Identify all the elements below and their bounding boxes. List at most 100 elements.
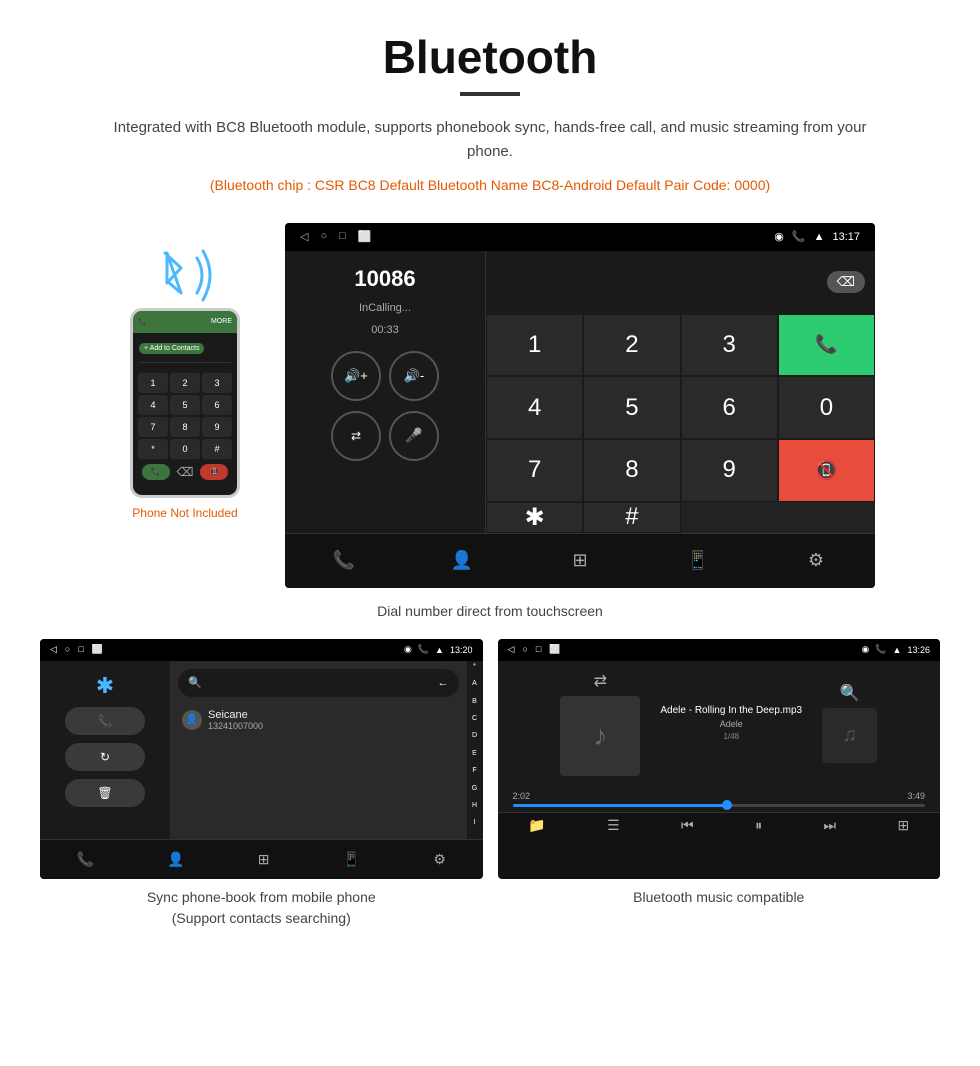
keypad-input-row: ⌫ [486, 251, 875, 314]
keypad-4[interactable]: 4 [486, 376, 583, 439]
nav-extra-icon: ⬜ [358, 230, 372, 243]
keypad-hash[interactable]: # [583, 502, 680, 533]
key-2[interactable]: 2 [170, 373, 200, 393]
nav-phone-icon[interactable]: 📞 [319, 536, 369, 586]
nav-home-icon[interactable]: ○ [320, 230, 327, 243]
volume-down-button[interactable]: 🔊- [389, 351, 439, 401]
nav-keypad-icon[interactable]: ⊞ [555, 536, 605, 586]
bluetooth-info: (Bluetooth chip : CSR BC8 Default Blueto… [40, 174, 940, 198]
keypad-1[interactable]: 1 [486, 314, 583, 377]
search-music-icon[interactable]: 🔍 [840, 683, 860, 703]
equalizer-icon[interactable]: ⊞ [898, 817, 910, 834]
pb-nav-grid[interactable]: ⊞ [258, 851, 270, 868]
alphabet-bar: * A B C D E F G H I [467, 661, 483, 839]
pb-nav-phone[interactable]: 📞 [77, 851, 94, 868]
progress-track[interactable] [513, 804, 926, 807]
phonebook-caption-line2: (Support contacts searching) [172, 910, 351, 926]
key-star[interactable]: * [138, 439, 168, 459]
phone-not-included-label: Phone Not Included [132, 506, 237, 520]
phone-screen-top: 📞 MORE [133, 311, 237, 333]
pb-location-icon: ◉ [404, 644, 412, 655]
key-0[interactable]: 0 [170, 439, 200, 459]
alpha-b[interactable]: B [467, 698, 483, 715]
prev-track-icon[interactable]: ⏮ [681, 817, 694, 834]
key-hash[interactable]: # [202, 439, 232, 459]
contact-avatar: 👤 [182, 710, 202, 730]
phone-bottom-bar: 📞 ⌫ 📵 [133, 459, 237, 485]
nav-transfer-icon[interactable]: 📱 [673, 536, 723, 586]
alpha-d[interactable]: D [467, 732, 483, 749]
alpha-i[interactable]: I [467, 819, 483, 836]
keypad-2[interactable]: 2 [583, 314, 680, 377]
pb-sync-btn[interactable]: ↻ [65, 743, 145, 771]
page-title: Bluetooth [40, 30, 940, 84]
key-8[interactable]: 8 [170, 417, 200, 437]
keypad-star[interactable]: ✱ [486, 502, 583, 533]
volume-up-button[interactable]: 🔊+ [331, 351, 381, 401]
next-track-icon[interactable]: ⏭ [824, 817, 837, 834]
mus-phone-icon: 📞 [875, 644, 886, 655]
phone-call-button[interactable]: 📞 [142, 464, 170, 480]
pb-nav-settings[interactable]: ⚙ [433, 851, 446, 868]
alpha-h[interactable]: H [467, 802, 483, 819]
phone-back-btn: ⌫ [177, 464, 194, 480]
keypad-9[interactable]: 9 [681, 439, 778, 502]
keypad-5[interactable]: 5 [583, 376, 680, 439]
keypad-7[interactable]: 7 [486, 439, 583, 502]
nav-back-icon[interactable]: ◁ [300, 230, 308, 243]
switch-call-button[interactable]: ⇄ [331, 411, 381, 461]
contact-number: 13241007000 [208, 721, 263, 731]
contact-item[interactable]: 👤 Seicane 13241007000 [178, 705, 459, 735]
key-1[interactable]: 1 [138, 373, 168, 393]
keypad-8[interactable]: 8 [583, 439, 680, 502]
pb-delete-btn[interactable]: 🗑 [65, 779, 145, 807]
alpha-e[interactable]: E [467, 750, 483, 767]
pb-nav-device[interactable]: 📱 [343, 851, 360, 868]
keypad-end-button[interactable]: 📵 [778, 439, 875, 502]
key-6[interactable]: 6 [202, 395, 232, 415]
phone-end-button[interactable]: 📵 [200, 464, 228, 480]
keypad-6[interactable]: 6 [681, 376, 778, 439]
nav-recents-icon[interactable]: □ [339, 230, 346, 243]
nav-settings-icon[interactable]: ⚙ [791, 536, 841, 586]
shuffle-icon[interactable]: ⇄ [594, 671, 607, 691]
phone-keypad: 1 2 3 4 5 6 7 8 9 * 0 # [133, 368, 237, 464]
total-time: 3:49 [907, 791, 925, 801]
music-artist: Adele [660, 719, 802, 729]
alpha-c[interactable]: C [467, 715, 483, 732]
mus-nav-square: □ [536, 644, 541, 655]
pb-nav-contacts[interactable]: 👤 [167, 851, 184, 868]
dialer-status: InCalling... [359, 302, 411, 314]
keypad-0-top[interactable]: 0 [778, 376, 875, 439]
key-9[interactable]: 9 [202, 417, 232, 437]
key-5[interactable]: 5 [170, 395, 200, 415]
keypad-3[interactable]: 3 [681, 314, 778, 377]
keypad-call-button[interactable]: 📞 [778, 314, 875, 377]
contact-search-bar[interactable]: 🔍 ← [178, 669, 459, 697]
key-7[interactable]: 7 [138, 417, 168, 437]
alpha-f[interactable]: F [467, 767, 483, 784]
music-track-title: Adele - Rolling In the Deep.mp3 [660, 705, 802, 716]
nav-contacts-icon[interactable]: 👤 [437, 536, 487, 586]
pb-nav-home: ○ [65, 644, 70, 655]
key-3[interactable]: 3 [202, 373, 232, 393]
status-bar: ◁ ○ □ ⬜ ◉ 📞 ▲ 13:17 [285, 223, 875, 251]
phonebook-caption: Sync phone-book from mobile phone (Suppo… [40, 887, 483, 929]
pb-nav-extra: ⬜ [92, 644, 103, 655]
folder-icon[interactable]: 📁 [528, 817, 545, 834]
phonebook-sidebar: ✱ 📞 ↻ 🗑 [40, 661, 170, 839]
mute-button[interactable]: 🎤 [389, 411, 439, 461]
phonebook-screen-wrapper: ◁ ○ □ ⬜ ◉ 📞 ▲ 13:20 ✱ [40, 639, 483, 929]
alpha-g[interactable]: G [467, 785, 483, 802]
key-4[interactable]: 4 [138, 395, 168, 415]
contact-name: Seicane [208, 709, 263, 721]
music-status-right: ◉ 📞 ▲ 13:26 [861, 644, 930, 655]
pb-call-btn[interactable]: 📞 [65, 707, 145, 735]
status-right: ◉ 📞 ▲ 13:17 [774, 230, 860, 243]
keypad-delete-button[interactable]: ⌫ [827, 271, 865, 293]
phonebook-bottom-nav: 📞 👤 ⊞ 📱 ⚙ [40, 839, 483, 879]
alpha-a[interactable]: A [467, 680, 483, 697]
play-pause-icon[interactable]: ⏸ [755, 817, 762, 834]
playlist-icon[interactable]: ☰ [607, 817, 620, 834]
phone-illustration: 📞 MORE + Add to Contacts 1 2 3 4 5 6 [105, 223, 265, 520]
